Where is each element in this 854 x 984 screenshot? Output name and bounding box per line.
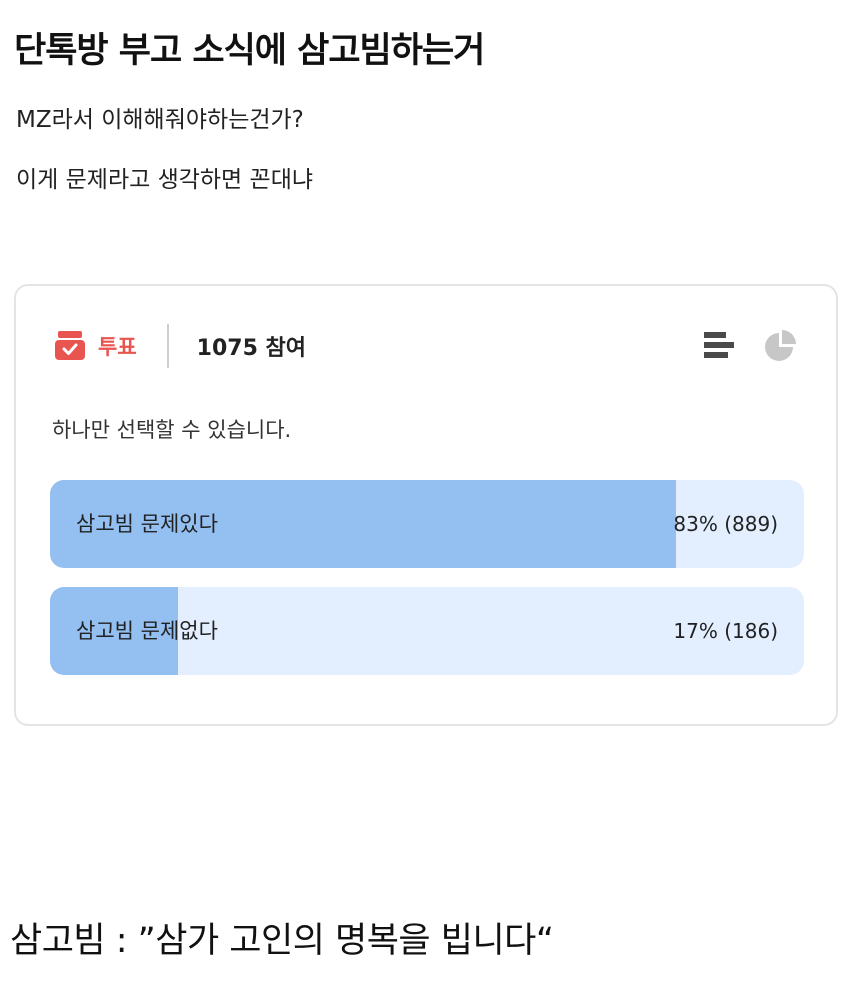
header-divider: [166, 324, 169, 368]
poll-option-1-label: 삼고빔 문제있다: [76, 512, 218, 536]
poll-option-1-result: 83% (889): [673, 512, 778, 536]
poll-option-2-label: 삼고빔 문제없다: [76, 619, 218, 643]
pie-chart-icon[interactable]: [764, 328, 798, 362]
post-title: 단톡방 부고 소식에 삼고빔하는거: [14, 31, 485, 71]
view-toggle: [702, 328, 798, 362]
post-body-line-2: 이게 문제라고 생각하면 꼰대냐: [16, 167, 314, 193]
poll-label: 투표: [98, 335, 137, 359]
page: 단톡방 부고 소식에 삼고빔하는거 MZ라서 이해해줘야하는건가? 이게 문제라…: [0, 0, 854, 984]
ballot-box-icon: [54, 331, 86, 361]
bar-list-icon[interactable]: [702, 328, 736, 362]
poll-card: 투표 1075 참여 하나만 선택할 수 있습니다. 삼고빔 문제있다 83% …: [14, 284, 838, 726]
poll-instruction: 하나만 선택할 수 있습니다.: [52, 418, 292, 442]
post-body-line-1: MZ라서 이해해줘야하는건가?: [16, 107, 304, 133]
poll-option-2-result: 17% (186): [673, 619, 778, 643]
footer-caption: 삼고빔 : ”삼가 고인의 명복을 빕니다“: [10, 921, 554, 961]
poll-option-1[interactable]: 삼고빔 문제있다 83% (889): [50, 480, 804, 568]
poll-header: 투표 1075 참여: [54, 324, 307, 368]
participant-count: 1075 참여: [196, 336, 307, 361]
poll-option-2[interactable]: 삼고빔 문제없다 17% (186): [50, 587, 804, 675]
